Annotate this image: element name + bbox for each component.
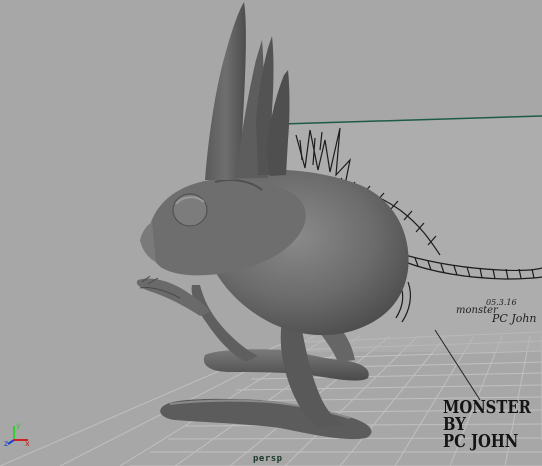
axis-z-label: z [4,439,8,448]
monster-model[interactable] [136,2,409,440]
axis-gizmo: y x z [4,421,30,448]
monster-eye [172,193,208,227]
sketch-signature-text: PC John [491,312,537,325]
credit-overlay: MONSTER BY PC JOHN [443,399,531,452]
camera-label: persp [253,454,283,464]
3d-viewport[interactable]: 05.3.16 monster PC John y x z MONSTER BY… [0,0,542,466]
credit-line-3: PC JOHN [443,431,519,452]
axis-y-label: y [16,421,21,430]
axis-x-label: x [25,439,30,448]
